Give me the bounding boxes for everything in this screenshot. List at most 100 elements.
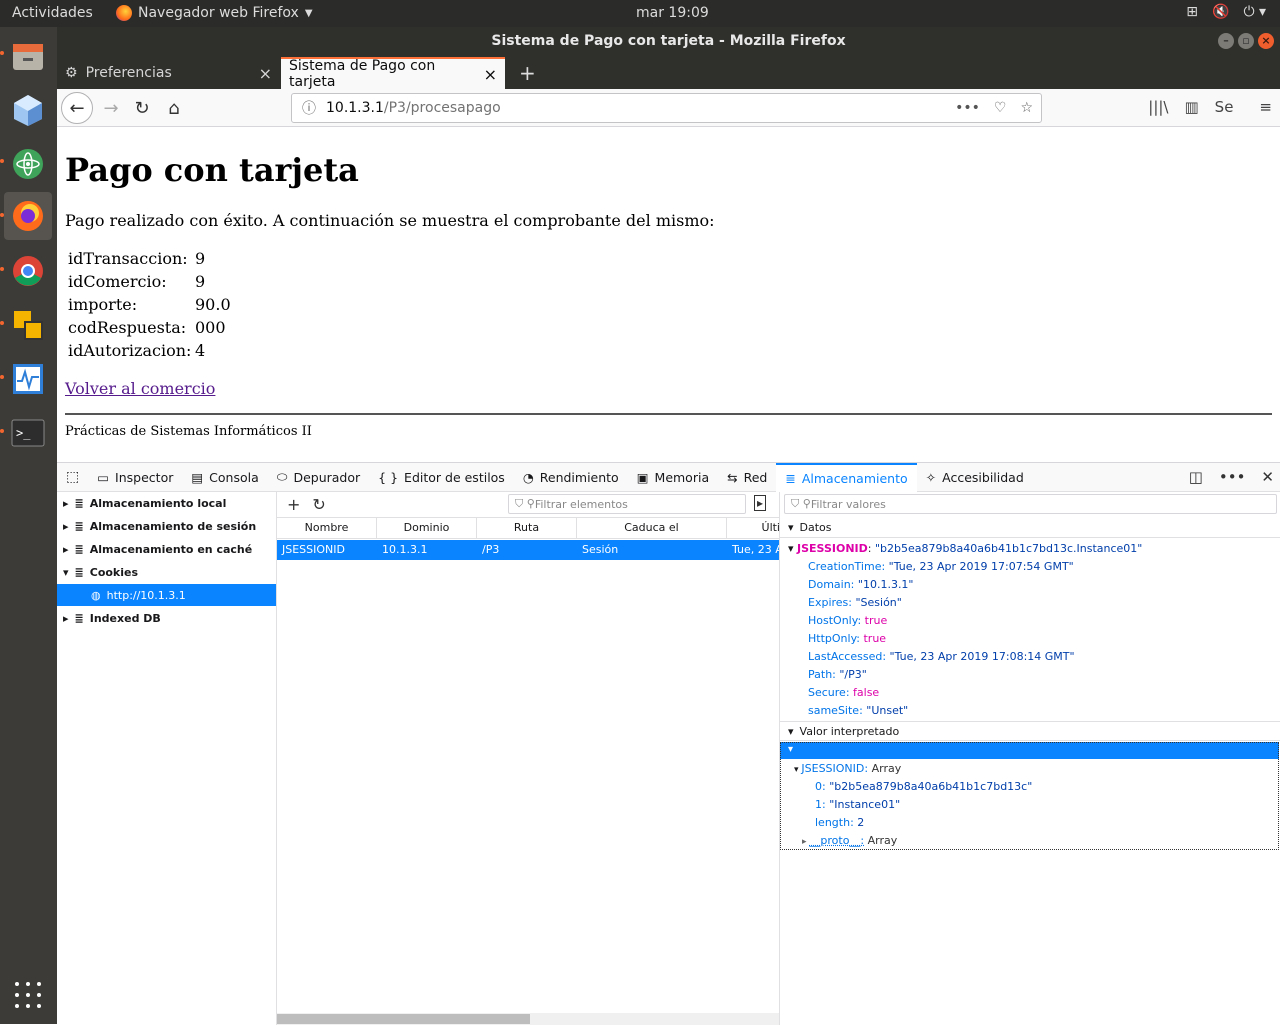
terminal-icon[interactable]: >_ (4, 409, 52, 457)
tree-item-session-storage[interactable]: ▸ ≣ Almacenamiento de sesión (57, 515, 276, 537)
dock-side-icon[interactable]: ◫ (1189, 468, 1203, 486)
tree-item-indexed-db[interactable]: ▸ ≣ Indexed DB (57, 607, 276, 629)
selenium-icon[interactable]: Se (1215, 98, 1234, 116)
close-devtools-icon[interactable]: ✕ (1261, 468, 1274, 486)
add-item-icon[interactable]: + (287, 495, 300, 514)
cell-expires: Sesión (582, 543, 619, 556)
toggle-sidebar-icon[interactable]: ▸ (754, 495, 767, 511)
data-section-header[interactable]: ▾ Datos (780, 518, 1280, 538)
column-header[interactable]: Ruta (477, 518, 577, 538)
prop-value: "/P3" (839, 668, 867, 681)
tree-item-cache-storage[interactable]: ▸ ≣ Almacenamiento en caché (57, 538, 276, 560)
page-actions-icon[interactable]: ••• (955, 100, 980, 116)
prop-key: Secure: (808, 686, 850, 699)
vmware-icon[interactable] (4, 301, 52, 349)
tab-style-editor[interactable]: { } Editor de estilos (369, 463, 514, 492)
more-options-icon[interactable]: ••• (1219, 468, 1246, 486)
receipt-value: 000 (195, 318, 226, 337)
prop-key: Expires: (808, 596, 852, 609)
tab-label: Consola (209, 469, 259, 485)
chrome-icon[interactable] (4, 247, 52, 295)
parsed-item-row: 0: "b2b5ea879b8a40a6b41b1c7bd13c" (815, 778, 1032, 796)
url-bar[interactable]: ⓘ 10.1.3.1/P3/procesapago ••• ♡ ☆ (291, 93, 1042, 123)
tab-label: Accesibilidad (942, 469, 1024, 485)
chip-icon: ▣ (636, 469, 649, 485)
tab-inspector[interactable]: ▭ Inspector (88, 463, 182, 492)
tree-label: Almacenamiento local (89, 496, 227, 510)
virtualbox-icon[interactable] (4, 86, 52, 134)
tab-performance[interactable]: ◔ Rendimiento (514, 463, 628, 492)
parsed-proto-row[interactable]: ▸ __proto__: Array (802, 832, 897, 851)
tab-preferencias[interactable]: ⚙ Preferencias × (57, 57, 280, 89)
firefox-dock-icon[interactable] (4, 192, 52, 240)
scrollbar-thumb[interactable] (277, 1014, 530, 1024)
pocket-icon[interactable]: ♡ (994, 100, 1007, 116)
parsed-array-row[interactable]: ▾ JSESSIONID: Array (794, 760, 901, 779)
receipt-key: idAutorizacion: (68, 341, 192, 360)
reload-icon: ↻ (134, 97, 150, 119)
receipt-row: idComercio: 9 (68, 272, 231, 295)
filter-icon: ⛉ ⚲ (515, 497, 535, 510)
atom-editor-icon[interactable] (4, 140, 52, 188)
element-picker-icon[interactable]: ⬚ (57, 463, 88, 492)
success-message: Pago realizado con éxito. A continuación… (65, 211, 715, 230)
library-icon[interactable]: |||\ (1148, 98, 1168, 116)
new-tab-button[interactable]: + (511, 57, 544, 89)
hamburger-menu-icon[interactable]: ≡ (1259, 98, 1272, 116)
home-icon: ⌂ (168, 97, 180, 119)
close-window-icon[interactable]: × (1258, 33, 1274, 49)
sidebar-icon[interactable]: ▥ (1184, 98, 1198, 116)
tab-console[interactable]: ▤ Consola (182, 463, 267, 492)
column-header[interactable]: Últi (727, 518, 779, 538)
tab-accessibility[interactable]: ✧ Accesibilidad (917, 463, 1033, 492)
tab-label: Editor de estilos (404, 469, 505, 485)
filter-items-input[interactable]: ⛉ ⚲ Filtrar elementos (508, 494, 746, 514)
back-button[interactable]: ← (61, 92, 93, 124)
filter-values-input[interactable]: ⛉ ⚲ Filtrar valores (784, 494, 1277, 514)
parsed-type: Array (871, 762, 902, 775)
home-button[interactable]: ⌂ (159, 93, 189, 123)
prop-row: Expires: "Sesión" (808, 594, 902, 612)
refresh-icon[interactable]: ↻ (312, 495, 325, 514)
reload-button[interactable]: ↻ (127, 93, 157, 123)
horizontal-scrollbar[interactable] (277, 1013, 779, 1025)
system-monitor-icon[interactable] (4, 355, 52, 403)
back-to-shop-link[interactable]: Volver al comercio (65, 379, 215, 398)
column-header[interactable]: Dominio (377, 518, 477, 538)
bookmark-star-icon[interactable]: ☆ (1020, 100, 1033, 116)
column-header[interactable]: Caduca el (577, 518, 727, 538)
tree-item-local-storage[interactable]: ▸ ≣ Almacenamiento local (57, 492, 276, 514)
prop-value: false (853, 686, 880, 699)
system-tray[interactable]: ⊞ 🔇 ⏻ ▾ (1186, 4, 1266, 20)
close-tab-icon[interactable]: × (259, 64, 272, 83)
clock[interactable]: mar 19:09 (636, 5, 709, 21)
globe-icon: ◍ (91, 588, 101, 602)
column-header[interactable]: Nombre (277, 518, 377, 538)
tab-network[interactable]: ⇆ Red (718, 463, 776, 492)
svg-text:>_: >_ (16, 426, 31, 440)
maximize-icon[interactable]: ▫ (1238, 33, 1254, 49)
tab-memory[interactable]: ▣ Memoria (628, 463, 718, 492)
files-app-icon[interactable] (4, 32, 52, 80)
forward-button[interactable]: → (96, 93, 126, 123)
info-icon[interactable]: ⓘ (302, 98, 316, 118)
cookie-entry[interactable]: ▾ JSESSIONID: "b2b5ea879b8a40a6b41b1c7bd… (788, 540, 1142, 558)
page-content: Pago con tarjeta Pago realizado con éxit… (57, 127, 1280, 462)
app-menu[interactable]: Navegador web Firefox ▼ (116, 5, 313, 21)
tree-item-cookie-host[interactable]: ◍ http://10.1.3.1 (57, 584, 276, 606)
database-icon: ≣ (74, 565, 84, 579)
table-row[interactable]: JSESSIONID 10.1.3.1 /P3 Sesión Tue, 23 A (277, 540, 779, 560)
firefox-icon (116, 5, 132, 21)
activities-button[interactable]: Actividades (12, 5, 93, 21)
parsed-section-header[interactable]: ▾ Valor interpretado (780, 721, 1280, 741)
tree-label: Almacenamiento de sesión (89, 519, 257, 533)
tab-debugger[interactable]: ⬭ Depurador (268, 463, 369, 492)
tab-storage[interactable]: ≣ Almacenamiento (776, 462, 917, 492)
minimize-icon[interactable]: – (1218, 33, 1234, 49)
prop-key: HttpOnly: (808, 632, 860, 645)
close-tab-icon[interactable]: × (484, 65, 497, 84)
tab-sistema-pago[interactable]: Sistema de Pago con tarjeta × (281, 57, 505, 90)
table-toolbar: + ↻ ⛉ ⚲ Filtrar elementos ▸ (277, 492, 779, 516)
show-applications-icon[interactable] (15, 982, 41, 1008)
tree-item-cookies[interactable]: ▾ ≣ Cookies (57, 561, 276, 583)
